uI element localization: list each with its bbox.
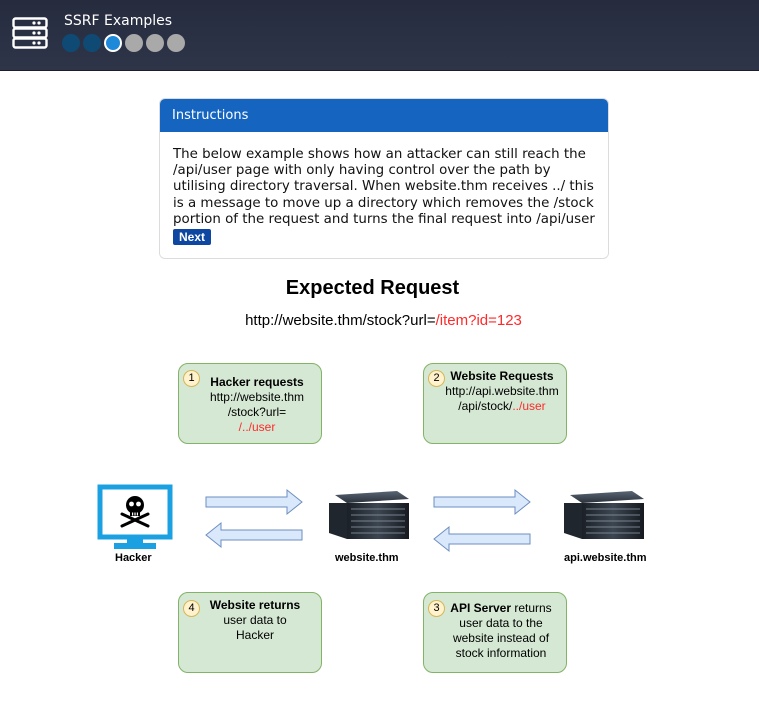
diagram-title: Expected Request xyxy=(285,277,460,299)
step-dot-6[interactable] xyxy=(167,34,185,52)
step-number-badge: 1 xyxy=(183,370,200,387)
step-title-suffix: returns xyxy=(511,601,552,615)
step-number-badge: 2 xyxy=(428,370,445,387)
next-button[interactable]: Next xyxy=(173,229,212,246)
step-api-server: 3 API Server returns user data to the we… xyxy=(423,592,567,673)
step-title: API Server xyxy=(450,601,511,615)
step-website-returns: 4 Website returns user data to Hacker xyxy=(178,592,322,673)
step-line: stock information xyxy=(455,646,547,660)
step-line: API Server returns xyxy=(436,601,566,616)
step-dot-5[interactable] xyxy=(146,34,164,52)
expected-url-prefix: http://website.thm/stock?url= xyxy=(245,312,436,329)
hacker-label: Hacker xyxy=(115,552,152,564)
website-server-icon xyxy=(329,491,409,539)
step-line: website instead of xyxy=(452,631,550,645)
arrow-left-icon xyxy=(205,521,303,549)
website-label: website.thm xyxy=(335,552,399,564)
step-highlight: /../user xyxy=(238,420,276,434)
server-icon xyxy=(12,17,48,49)
step-line-text: /api/stock/ xyxy=(458,399,513,413)
api-server-icon xyxy=(564,491,644,539)
app-title: SSRF Examples xyxy=(64,13,173,29)
step-line: /stock?url= xyxy=(227,405,287,419)
arrow-right-icon xyxy=(205,488,303,516)
arrow-left-icon xyxy=(433,525,531,553)
step-hacker-requests: 1 Hacker requests http://website.thm /st… xyxy=(178,363,322,444)
header-bar: SSRF Examples xyxy=(0,0,759,71)
step-line: /api/stock/../user xyxy=(438,399,566,414)
step-dot-4[interactable] xyxy=(125,34,143,52)
step-dot-2[interactable] xyxy=(83,34,101,52)
expected-url: http://website.thm/stock?url=/item?id=12… xyxy=(0,312,759,329)
instructions-heading: Instructions xyxy=(160,99,608,132)
step-line: user data to the xyxy=(459,616,543,630)
step-line: Hacker xyxy=(235,628,274,642)
step-dot-1[interactable] xyxy=(62,34,80,52)
step-number-badge: 3 xyxy=(428,600,445,617)
instructions-body: The below example shows how an attacker … xyxy=(160,132,608,246)
expected-url-highlight: /item?id=123 xyxy=(435,312,522,329)
step-title: Hacker requests xyxy=(210,375,304,389)
step-title: Website returns xyxy=(209,598,301,612)
step-line: http://website.thm xyxy=(209,390,305,404)
progress-steps xyxy=(62,34,185,52)
step-highlight: ../user xyxy=(512,399,546,413)
step-title: Website Requests xyxy=(450,369,554,383)
instructions-text: The below example shows how an attacker … xyxy=(173,147,595,227)
instructions-card: Instructions The below example shows how… xyxy=(159,98,609,259)
step-line: user data to xyxy=(223,613,287,627)
api-label: api.website.thm xyxy=(564,552,647,564)
step-dot-3[interactable] xyxy=(104,34,122,52)
step-website-requests: 2 Website Requests http://api.website.th… xyxy=(423,363,567,444)
step-number-badge: 4 xyxy=(183,600,200,617)
hacker-monitor-icon xyxy=(97,484,173,549)
arrow-right-icon xyxy=(433,488,531,516)
step-line: http://api.website.thm xyxy=(445,384,559,398)
